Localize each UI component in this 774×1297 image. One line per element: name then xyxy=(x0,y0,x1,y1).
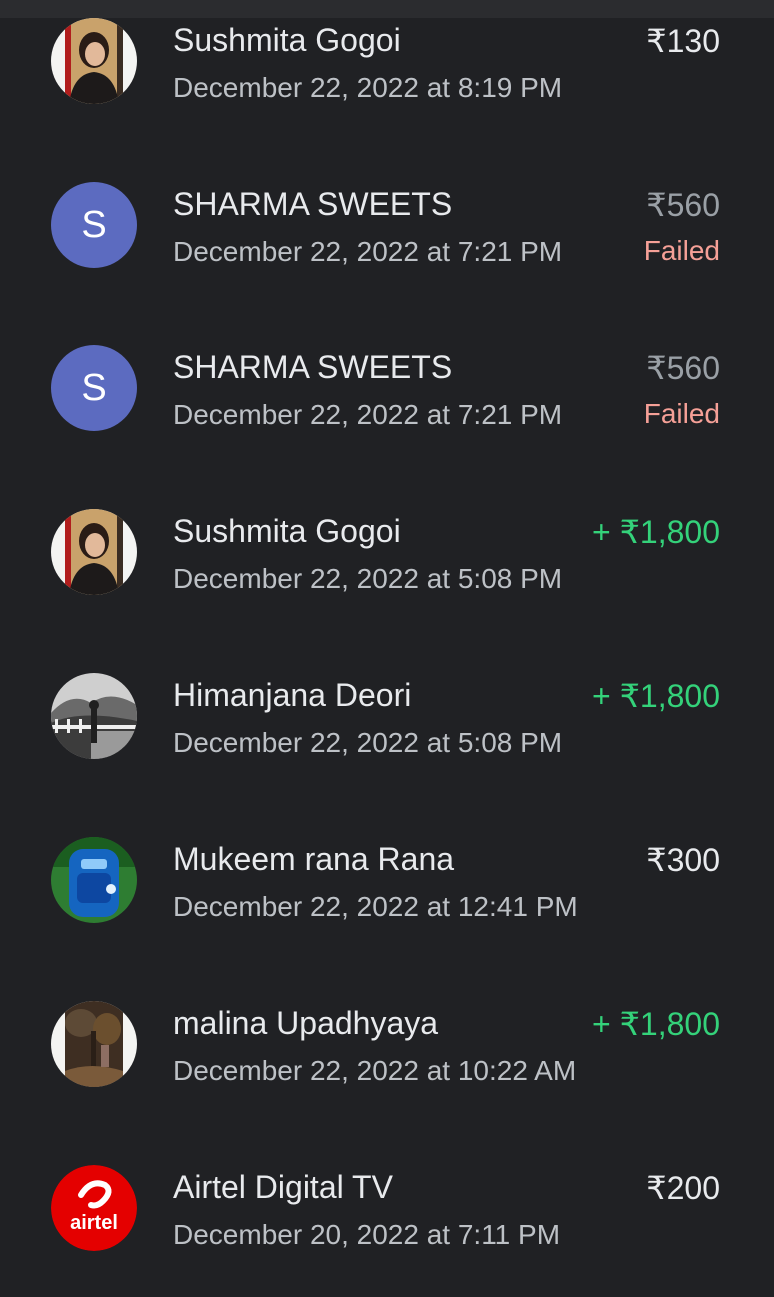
transaction-amount: ₹560 xyxy=(646,187,720,223)
person-photo-icon xyxy=(51,18,137,104)
airtel-logo-icon: airtel xyxy=(51,1165,137,1251)
transaction-date: December 22, 2022 at 5:08 PM xyxy=(173,727,563,758)
landscape-photo-icon xyxy=(51,673,137,759)
airtel-logo-text: airtel xyxy=(70,1212,118,1234)
transaction-amount: ₹300 xyxy=(646,842,720,878)
transaction-name: Sushmita Gogoi xyxy=(173,513,401,549)
transaction-amount: ₹130 xyxy=(646,23,720,59)
avatar xyxy=(51,18,137,104)
letter-avatar: S xyxy=(51,182,137,268)
transaction-name: Mukeem rana Rana xyxy=(173,841,455,877)
status-failed: Failed xyxy=(643,398,720,429)
transaction-date: December 22, 2022 at 12:41 PM xyxy=(173,891,578,922)
transaction-amount: + ₹1,800 xyxy=(591,1006,720,1042)
avatar xyxy=(51,1001,137,1087)
transaction-name: Sushmita Gogoi xyxy=(173,22,401,58)
transaction-date: December 22, 2022 at 10:22 AM xyxy=(173,1055,577,1086)
forest-photo-icon xyxy=(51,1001,137,1087)
transaction-row[interactable]: malina Upadhyaya December 22, 2022 at 10… xyxy=(0,983,774,1133)
avatar xyxy=(51,837,137,923)
transaction-row[interactable]: Mukeem rana Rana December 22, 2022 at 12… xyxy=(0,819,774,969)
transaction-name: SHARMA SWEETS xyxy=(173,186,453,222)
transaction-row[interactable]: Sushmita Gogoi December 22, 2022 at 5:08… xyxy=(0,491,774,641)
person-photo-icon xyxy=(51,509,137,595)
status-failed: Failed xyxy=(643,235,720,266)
backpack-photo-icon xyxy=(51,837,137,923)
transaction-row[interactable]: Himanjana Deori December 22, 2022 at 5:0… xyxy=(0,655,774,805)
transaction-date: December 22, 2022 at 7:21 PM xyxy=(173,236,563,267)
transaction-date: December 22, 2022 at 8:19 PM xyxy=(173,72,563,103)
transaction-name: Airtel Digital TV xyxy=(173,1169,393,1205)
avatar: airtel xyxy=(51,1165,137,1251)
avatar xyxy=(51,509,137,595)
transaction-row[interactable]: airtel Airtel Digital TV December 20, 20… xyxy=(0,1147,774,1297)
transaction-date: December 22, 2022 at 7:21 PM xyxy=(173,399,563,430)
transaction-row[interactable]: S SHARMA SWEETS December 22, 2022 at 7:2… xyxy=(0,164,774,314)
transaction-amount: ₹200 xyxy=(646,1170,720,1206)
transaction-amount: + ₹1,800 xyxy=(591,678,720,714)
letter-avatar: S xyxy=(51,345,137,431)
transaction-name: malina Upadhyaya xyxy=(173,1005,439,1041)
avatar xyxy=(51,673,137,759)
transaction-amount: ₹560 xyxy=(646,350,720,386)
transaction-date: December 20, 2022 at 7:11 PM xyxy=(173,1219,561,1250)
transaction-row[interactable]: S SHARMA SWEETS December 22, 2022 at 7:2… xyxy=(0,327,774,477)
transaction-name: Himanjana Deori xyxy=(173,677,412,713)
transaction-row[interactable]: Sushmita Gogoi December 22, 2022 at 8:19… xyxy=(0,0,774,150)
transaction-date: December 22, 2022 at 5:08 PM xyxy=(173,563,563,594)
transaction-amount: + ₹1,800 xyxy=(591,514,720,550)
transaction-name: SHARMA SWEETS xyxy=(173,349,453,385)
